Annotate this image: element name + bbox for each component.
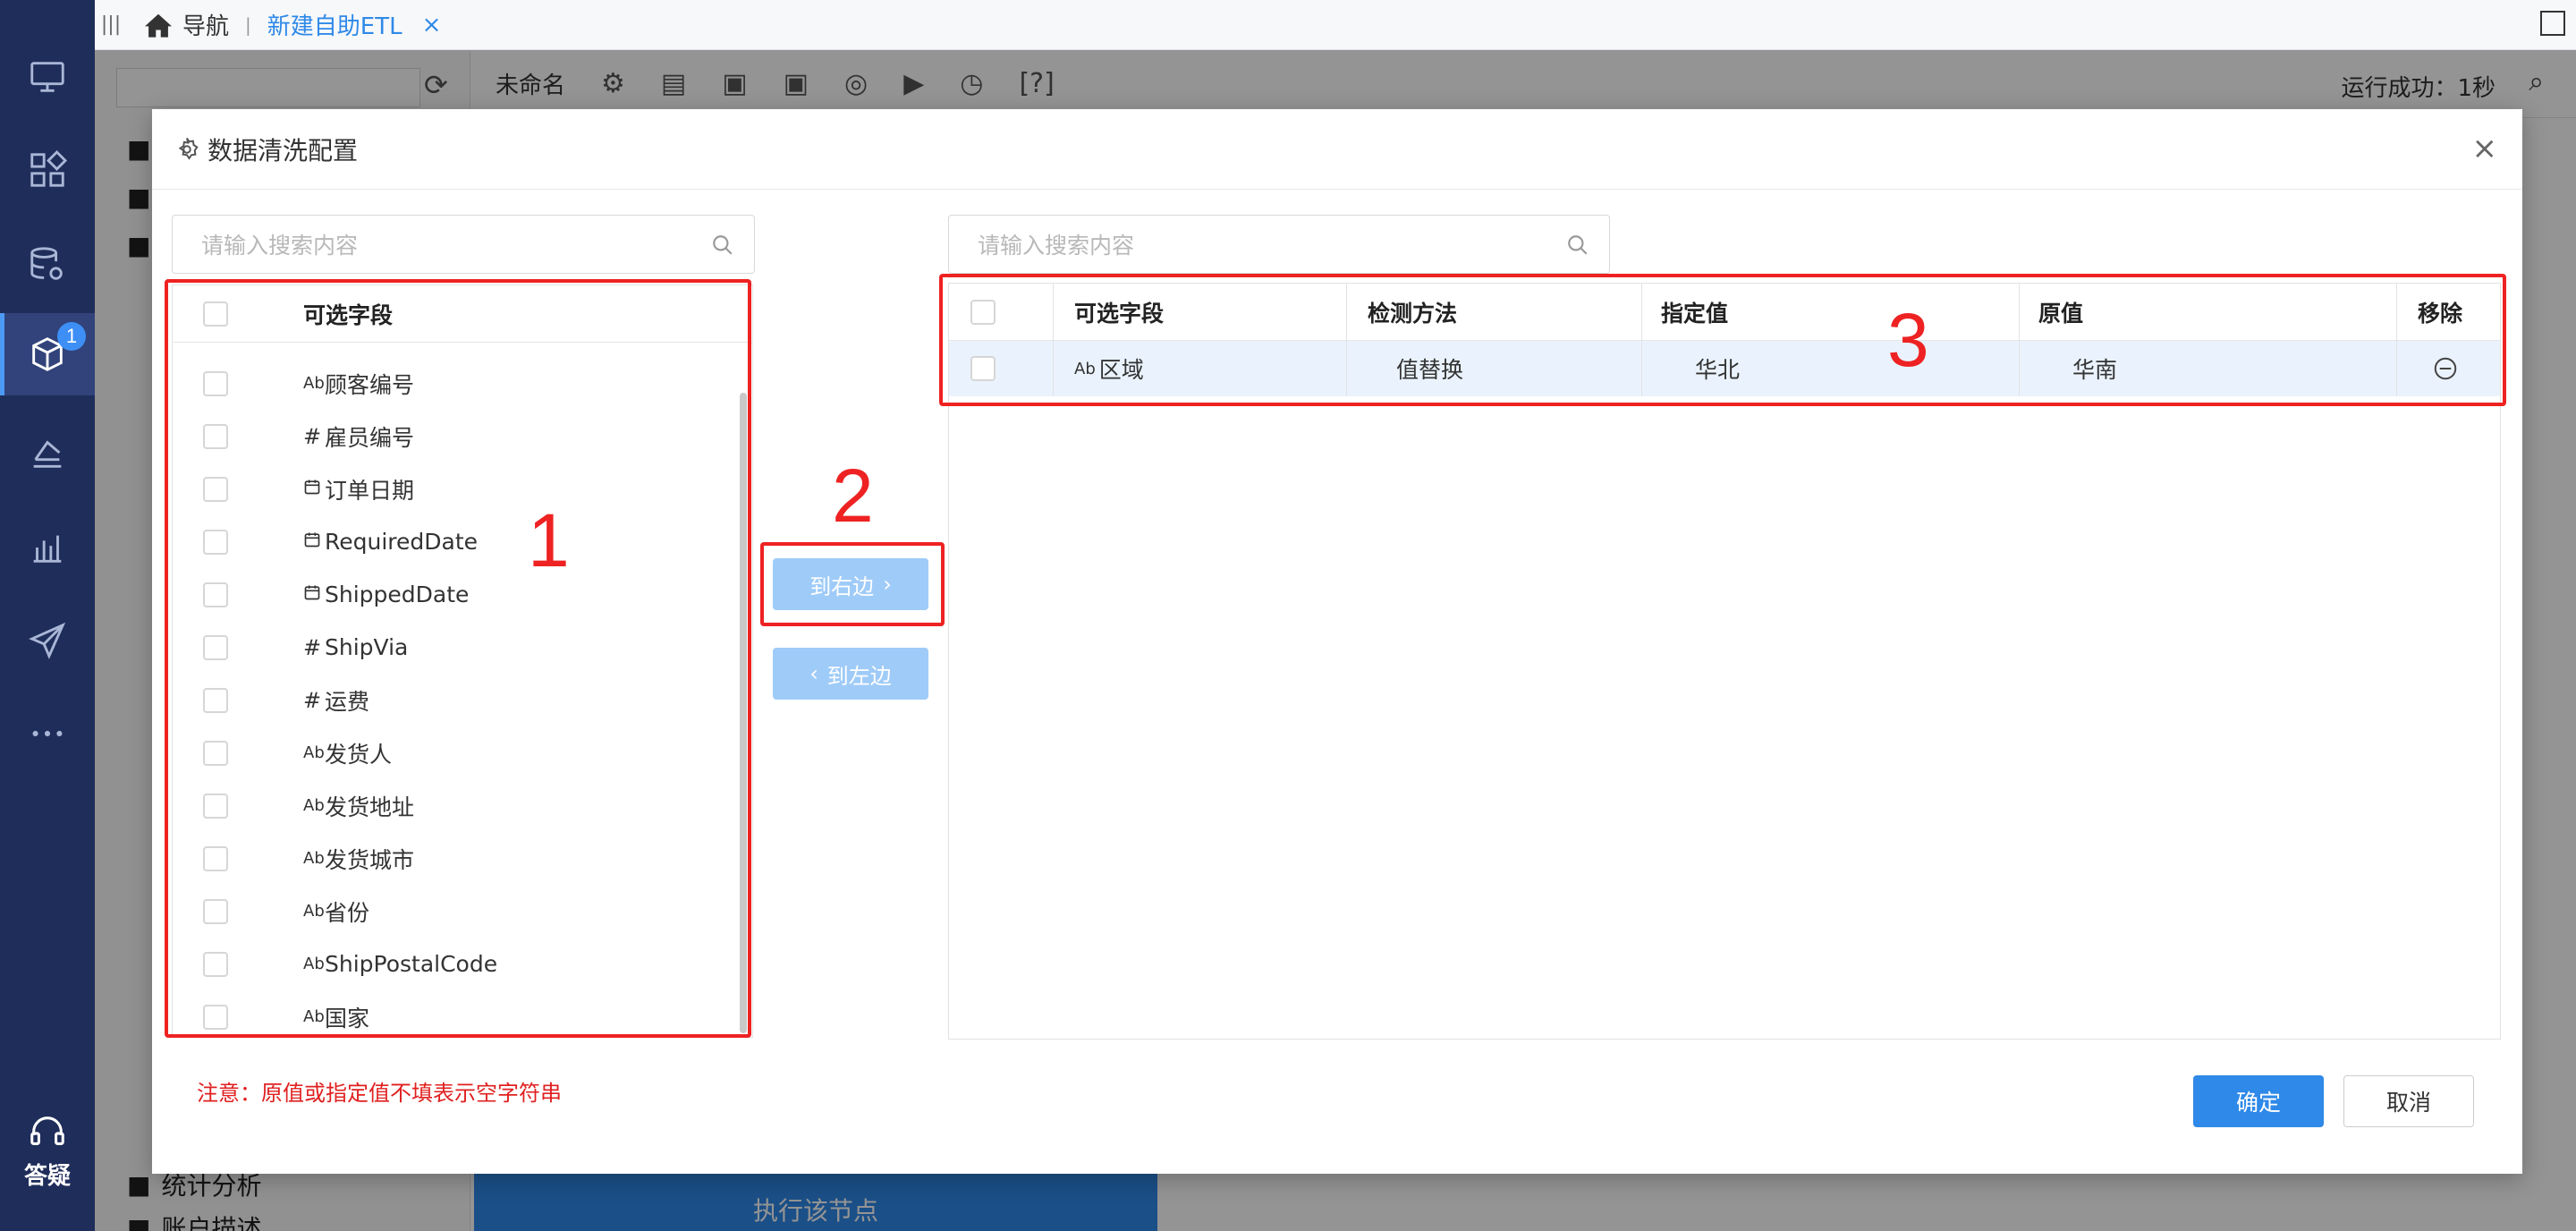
chevron-left-icon: ‹ xyxy=(809,661,818,686)
annotation-label-2: 2 xyxy=(832,454,874,538)
cancel-button[interactable]: 取消 xyxy=(2343,1075,2474,1127)
left-search-input[interactable]: 请输入搜索内容 xyxy=(172,215,755,274)
right-search-input[interactable]: 请输入搜索内容 xyxy=(948,215,1610,274)
dialog-header: 数据清洗配置 × xyxy=(152,109,2522,190)
tab-close-icon[interactable]: × xyxy=(422,12,442,38)
headset-icon xyxy=(30,1116,64,1145)
search-icon[interactable] xyxy=(1566,233,1589,257)
send-icon xyxy=(29,622,66,659)
maximize-icon[interactable] xyxy=(2540,11,2565,36)
move-left-label: 到左边 xyxy=(826,663,892,689)
rail-item-dashboard[interactable] xyxy=(0,129,95,211)
help-label: 答疑 xyxy=(23,1163,71,1190)
database-gear-icon xyxy=(30,247,63,280)
help-button[interactable]: 答疑 xyxy=(0,1111,95,1210)
tab-etl[interactable]: 新建自助ETL xyxy=(267,8,402,41)
annotation-box-1 xyxy=(165,279,751,1038)
annotation-label-1: 1 xyxy=(528,498,570,582)
rail-item-monitor[interactable] xyxy=(0,36,95,118)
annotation-box-3 xyxy=(939,274,2506,406)
notification-badge: 1 xyxy=(57,322,86,351)
tab-separator: | xyxy=(245,13,251,36)
rail-item-etl[interactable]: 1 xyxy=(0,313,95,395)
right-search-placeholder: 请输入搜索内容 xyxy=(978,233,1135,259)
cleaning-note: 注意：原值或指定值不填表示空字符串 xyxy=(197,1081,562,1106)
dashboard-icon xyxy=(30,149,68,187)
search-icon[interactable] xyxy=(711,233,734,257)
rail-item-more[interactable] xyxy=(0,692,95,775)
menu-toggle-icon[interactable]: ||| xyxy=(95,13,127,36)
more-icon xyxy=(32,730,63,737)
tab-home-label: 导航 xyxy=(182,13,230,40)
home-icon xyxy=(145,13,172,38)
tab-bar: ||| 导航 | 新建自助ETL × xyxy=(95,0,2576,50)
gear-icon xyxy=(178,137,199,160)
rail-item-database[interactable] xyxy=(0,224,95,306)
chart-icon xyxy=(33,535,62,563)
left-rail: 1 答疑 xyxy=(0,0,95,1231)
monitor-icon xyxy=(30,62,64,92)
rail-item-dataset[interactable] xyxy=(0,412,95,494)
rail-item-report[interactable] xyxy=(0,506,95,589)
dataset-icon xyxy=(33,440,62,468)
tab-home[interactable]: 导航 xyxy=(143,8,229,41)
annotation-label-3: 3 xyxy=(1887,298,1929,382)
dialog-close-icon[interactable]: × xyxy=(2472,131,2498,166)
dialog-title: 数据清洗配置 xyxy=(208,135,359,166)
left-search-placeholder: 请输入搜索内容 xyxy=(201,233,359,259)
annotation-box-2 xyxy=(760,542,945,626)
confirm-button[interactable]: 确定 xyxy=(2193,1075,2324,1127)
move-left-button[interactable]: ‹ 到左边 xyxy=(773,648,928,700)
rail-item-send[interactable] xyxy=(0,599,95,682)
